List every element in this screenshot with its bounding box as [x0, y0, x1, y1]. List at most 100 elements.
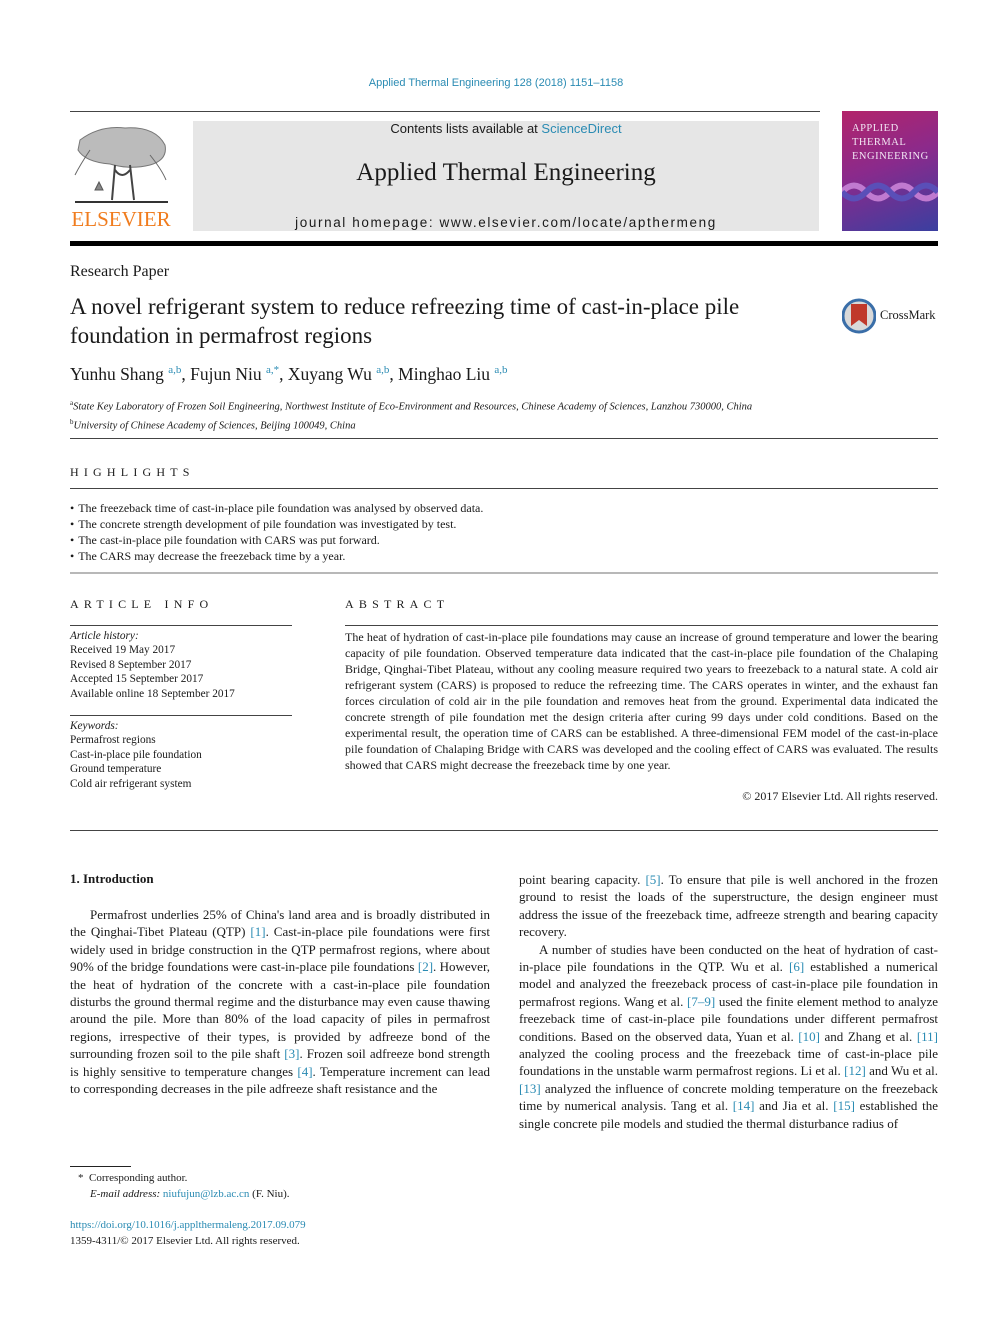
affiliation-item: aState Key Laboratory of Frozen Soil Eng… — [70, 396, 752, 415]
highlight-item: The CARS may decrease the freezeback tim… — [70, 548, 483, 564]
citation-link[interactable]: [12] — [844, 1063, 866, 1078]
cover-title-line: THERMAL — [852, 137, 907, 148]
author-name[interactable]: Yunhu Shang — [70, 364, 164, 384]
author-affiliation-mark[interactable]: a,* — [266, 364, 279, 376]
citation-link[interactable]: [6] — [789, 959, 804, 974]
issn-line: 1359-4311/© 2017 Elsevier Ltd. All right… — [70, 1235, 300, 1247]
section-rule — [345, 625, 938, 626]
highlights-list: The freezeback time of cast-in-place pil… — [70, 500, 483, 564]
highlight-item: The concrete strength development of pil… — [70, 516, 483, 532]
keyword-item: Permafrost regions — [70, 734, 156, 747]
history-item: Available online 18 September 2017 — [70, 687, 235, 700]
email-link[interactable]: niufujun@lzb.ac.cn — [163, 1188, 250, 1200]
citation-link[interactable]: [7–9] — [687, 994, 715, 1009]
sciencedirect-link[interactable]: ScienceDirect — [541, 121, 621, 136]
journal-banner: Contents lists available at ScienceDirec… — [193, 121, 819, 231]
citation-link[interactable]: [2] — [418, 959, 433, 974]
history-item: Revised 8 September 2017 — [70, 658, 192, 671]
citation-link[interactable]: [10] — [798, 1029, 820, 1044]
elsevier-tree-icon — [74, 127, 168, 203]
citation-link[interactable]: [15] — [833, 1098, 855, 1113]
author-affiliation-mark[interactable]: a,b — [376, 364, 389, 376]
paragraph: point bearing capacity. [5]. To ensure t… — [519, 871, 938, 941]
journal-cover-image[interactable]: APPLIED THERMAL ENGINEERING — [842, 111, 938, 231]
citation-link[interactable]: [11] — [917, 1029, 938, 1044]
abstract-heading: ABSTRACT — [345, 597, 450, 611]
contents-prefix: Contents lists available at — [390, 121, 542, 136]
crossmark-label: CrossMark — [880, 308, 936, 322]
citation-link[interactable]: [14] — [733, 1098, 755, 1113]
author-list: Yunhu Shang a,b, Fujun Niu a,*, Xuyang W… — [70, 364, 508, 384]
section-heading: 1. Introduction — [70, 871, 154, 886]
article-title: A novel refrigerant system to reduce ref… — [70, 294, 740, 348]
author-affiliation-mark[interactable]: a,b — [494, 364, 507, 376]
body-left-column: Permafrost underlies 25% of China's land… — [70, 906, 490, 1097]
author-affiliation-mark[interactable]: a,b — [168, 364, 181, 376]
body-text: point bearing capacity. — [519, 872, 646, 887]
cover-wave-graphic — [842, 182, 938, 202]
citation-link[interactable]: [4] — [297, 1064, 312, 1079]
doi-block: https://doi.org/10.1016/j.applthermaleng… — [70, 1217, 306, 1249]
author-name[interactable]: Xuyang Wu — [288, 364, 372, 384]
citation-link[interactable]: [3] — [284, 1046, 299, 1061]
section-rule — [70, 715, 292, 716]
section-rule-gray — [70, 572, 938, 574]
email-label: E-mail address: — [90, 1188, 161, 1200]
citation-link[interactable]: [5] — [645, 872, 660, 887]
email-line: E-mail address: niufujun@lzb.ac.cn (F. N… — [78, 1186, 290, 1202]
header-thick-rule — [70, 241, 938, 246]
keywords: Keywords: Permafrost regions Cast-in-pla… — [70, 719, 202, 791]
footnote-rule — [70, 1166, 131, 1167]
highlight-item: The cast-in-place pile foundation with C… — [70, 532, 483, 548]
section-rule — [70, 830, 938, 831]
contents-line: Contents lists available at ScienceDirec… — [193, 121, 819, 136]
keyword-item: Cold air refrigerant system — [70, 777, 192, 790]
footnote-mark: * — [78, 1172, 84, 1184]
section-rule — [70, 625, 292, 626]
crossmark-icon — [842, 298, 876, 334]
highlights-heading: HIGHLIGHTS — [70, 465, 195, 479]
article-type: Research Paper — [70, 263, 170, 280]
keywords-label: Keywords: — [70, 720, 119, 732]
cover-title-line: ENGINEERING — [852, 151, 929, 162]
abstract-text: The heat of hydration of cast-in-place p… — [345, 630, 938, 772]
author-name[interactable]: Minghao Liu — [398, 364, 490, 384]
highlight-item: The freezeback time of cast-in-place pil… — [70, 500, 483, 516]
journal-name[interactable]: Applied Thermal Engineering — [193, 159, 819, 187]
journal-homepage-link[interactable]: journal homepage: www.elsevier.com/locat… — [193, 215, 819, 230]
crossmark-button[interactable]: CrossMark — [842, 296, 942, 336]
affiliations: aState Key Laboratory of Frozen Soil Eng… — [70, 396, 752, 433]
journal-citation[interactable]: Applied Thermal Engineering 128 (2018) 1… — [0, 77, 992, 89]
history-item: Received 19 May 2017 — [70, 644, 176, 657]
citation-link[interactable]: [13] — [519, 1081, 541, 1096]
section-rule — [70, 488, 938, 489]
keyword-item: Ground temperature — [70, 763, 162, 776]
history-item: Accepted 15 September 2017 — [70, 673, 204, 686]
citation-link[interactable]: [1] — [250, 924, 265, 939]
article-history: Article history: Received 19 May 2017 Re… — [70, 629, 235, 701]
abstract-copyright: © 2017 Elsevier Ltd. All rights reserved… — [742, 789, 938, 803]
author-name[interactable]: Fujun Niu — [190, 364, 261, 384]
header-rule — [70, 111, 820, 112]
corresponding-author-label: Corresponding author. — [89, 1172, 188, 1184]
body-text: and Zhang et al. — [819, 1028, 917, 1044]
body-text: and Jia et al. — [754, 1098, 834, 1114]
paragraph: A number of studies have been conducted … — [519, 941, 938, 1132]
elsevier-wordmark: ELSEVIER — [71, 207, 171, 231]
cover-title-line: APPLIED — [852, 123, 899, 134]
article-info-heading: ARTICLE INFO — [70, 597, 214, 611]
doi-link[interactable]: https://doi.org/10.1016/j.applthermaleng… — [70, 1217, 306, 1233]
email-suffix: (F. Niu). — [252, 1188, 290, 1200]
body-text: and Wu et al. — [865, 1063, 938, 1079]
keyword-item: Cast-in-place pile foundation — [70, 748, 202, 761]
affiliation-item: bUniversity of Chinese Academy of Scienc… — [70, 415, 752, 434]
journal-citation-text[interactable]: Applied Thermal Engineering 128 (2018) 1… — [369, 77, 623, 89]
article-history-label: Article history: — [70, 630, 139, 642]
affiliation-text: University of Chinese Academy of Science… — [73, 420, 356, 431]
affiliation-text: State Key Laboratory of Frozen Soil Engi… — [73, 401, 753, 413]
section-rule — [70, 438, 938, 439]
corresponding-author-note: * Corresponding author. — [78, 1170, 290, 1186]
elsevier-logo[interactable]: ELSEVIER — [70, 120, 172, 232]
body-right-column: point bearing capacity. [5]. To ensure t… — [519, 871, 938, 1132]
footnote: * Corresponding author. E-mail address: … — [78, 1170, 290, 1202]
